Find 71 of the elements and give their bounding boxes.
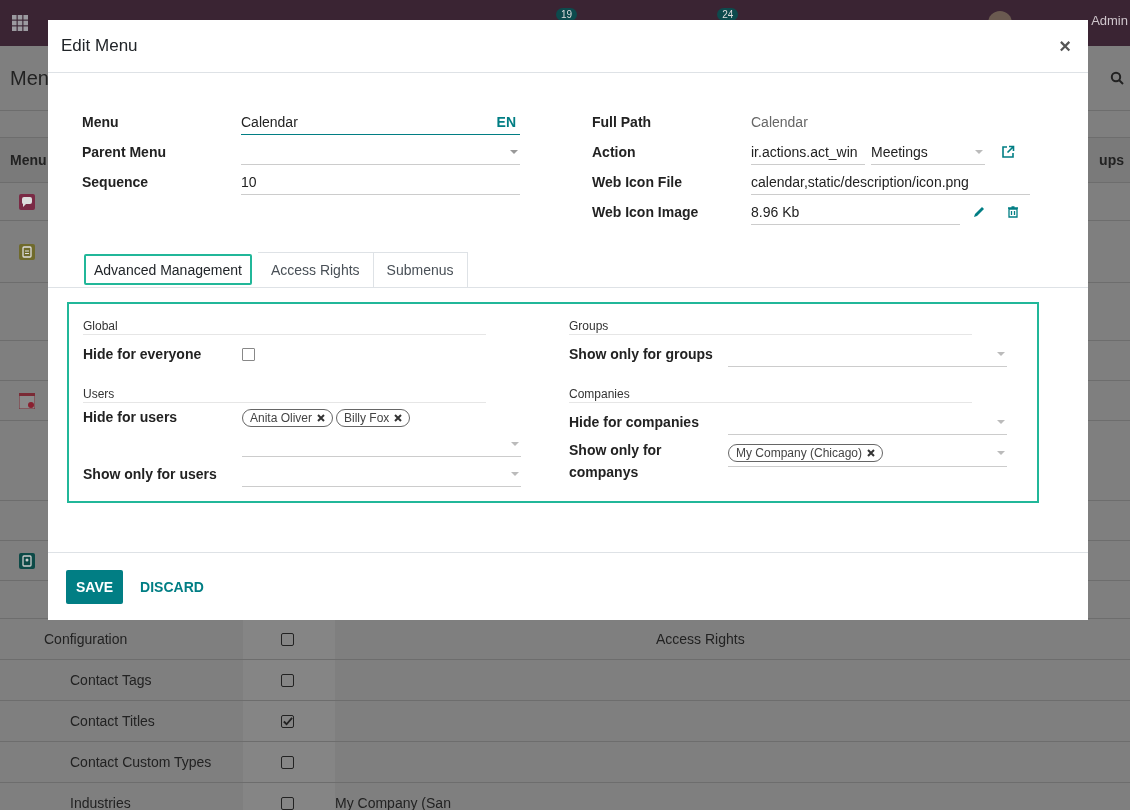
full-path-value: Calendar (751, 114, 808, 130)
table-cell-text: Contact Custom Types (69, 754, 213, 770)
field-label: Web Icon File (592, 174, 683, 190)
section-title: Users (83, 387, 486, 403)
chat-app-icon (19, 193, 35, 210)
caret-icon (511, 441, 519, 446)
checkbox[interactable] (281, 632, 294, 646)
web-icon-file-field[interactable]: calendar,static/description/icon.png (751, 169, 1030, 195)
search-icon[interactable] (1110, 71, 1124, 85)
field-label: Full Path (592, 114, 653, 130)
table-cell: My Company (San (335, 795, 451, 810)
tab[interactable]: Advanced Management (84, 254, 252, 285)
column-header[interactable]: ups (1099, 152, 1124, 168)
table-cell-text: Configuration (43, 631, 129, 647)
action-model-field[interactable]: ir.actions.act_win (751, 139, 865, 165)
language-button[interactable]: EN (496, 113, 516, 130)
remove-tag-icon[interactable] (867, 448, 876, 457)
field-label: Parent Menu (82, 144, 167, 160)
table-cell-text: Contact Titles (69, 713, 156, 729)
table-cell-text: Industries (69, 795, 132, 810)
apps-menu-icon[interactable] (12, 15, 28, 31)
trash-icon[interactable] (1006, 205, 1020, 219)
checkbox[interactable] (281, 796, 294, 810)
caret-icon (511, 471, 519, 476)
section-title: Global (83, 319, 486, 335)
notepad-app-icon (19, 243, 35, 260)
table-cell: Access Rights (656, 631, 745, 647)
field-label: Hide for users (83, 409, 179, 425)
checkbox[interactable] (242, 347, 255, 361)
field-label: Show only for companys (569, 441, 663, 482)
field-label: Menu (82, 114, 120, 130)
section-title: Companies (569, 387, 972, 403)
calendar-app-icon (19, 392, 35, 409)
action-record-field[interactable]: Meetings (871, 139, 985, 165)
section-title: Groups (569, 319, 972, 335)
checkbox[interactable] (281, 673, 294, 687)
remove-tag-icon[interactable] (317, 414, 326, 422)
table-cell-text: Contact Tags (69, 672, 153, 688)
sequence-field[interactable]: 10 (241, 169, 520, 195)
field-label: Action (592, 144, 637, 160)
user-name[interactable]: Admin (1091, 13, 1128, 28)
field-label: Sequence (82, 174, 150, 190)
field-label: Show only for users (83, 466, 218, 482)
field-label: Show only for groups (569, 346, 714, 362)
remove-tag-icon[interactable] (394, 414, 403, 422)
field-label: Hide for everyone (83, 346, 203, 362)
menu-field[interactable]: Calendar EN (241, 109, 520, 135)
field-label: Web Icon Image (592, 204, 700, 220)
external-link-icon[interactable] (1001, 145, 1015, 159)
close-button[interactable]: × (1055, 34, 1075, 58)
web-icon-image-field[interactable]: 8.96 Kb (751, 199, 960, 225)
dialog-title: Edit Menu (61, 36, 138, 56)
page-title: Men (10, 66, 49, 90)
caret-icon (510, 149, 518, 154)
caret-icon (997, 419, 1005, 424)
discard-button[interactable]: DISCARD (125, 569, 219, 604)
checkbox[interactable] (281, 714, 294, 728)
caret-icon (997, 450, 1005, 455)
tab[interactable]: Access Rights (257, 252, 374, 288)
checkbox[interactable] (281, 755, 294, 769)
pencil-icon[interactable] (972, 205, 986, 219)
contacts-app-icon (19, 552, 35, 569)
field-label: Hide for companies (569, 414, 700, 430)
show-only-for-companys-field[interactable]: My Company (Chicago) (728, 439, 1007, 467)
caret-icon (997, 351, 1005, 356)
column-header[interactable]: Menu (10, 152, 47, 168)
caret-icon (975, 149, 983, 154)
messages-badge[interactable]: 19 (556, 7, 578, 21)
save-button[interactable]: SAVE (66, 569, 124, 604)
tab[interactable]: Submenus (373, 252, 468, 288)
activities-badge[interactable]: 24 (717, 7, 739, 21)
